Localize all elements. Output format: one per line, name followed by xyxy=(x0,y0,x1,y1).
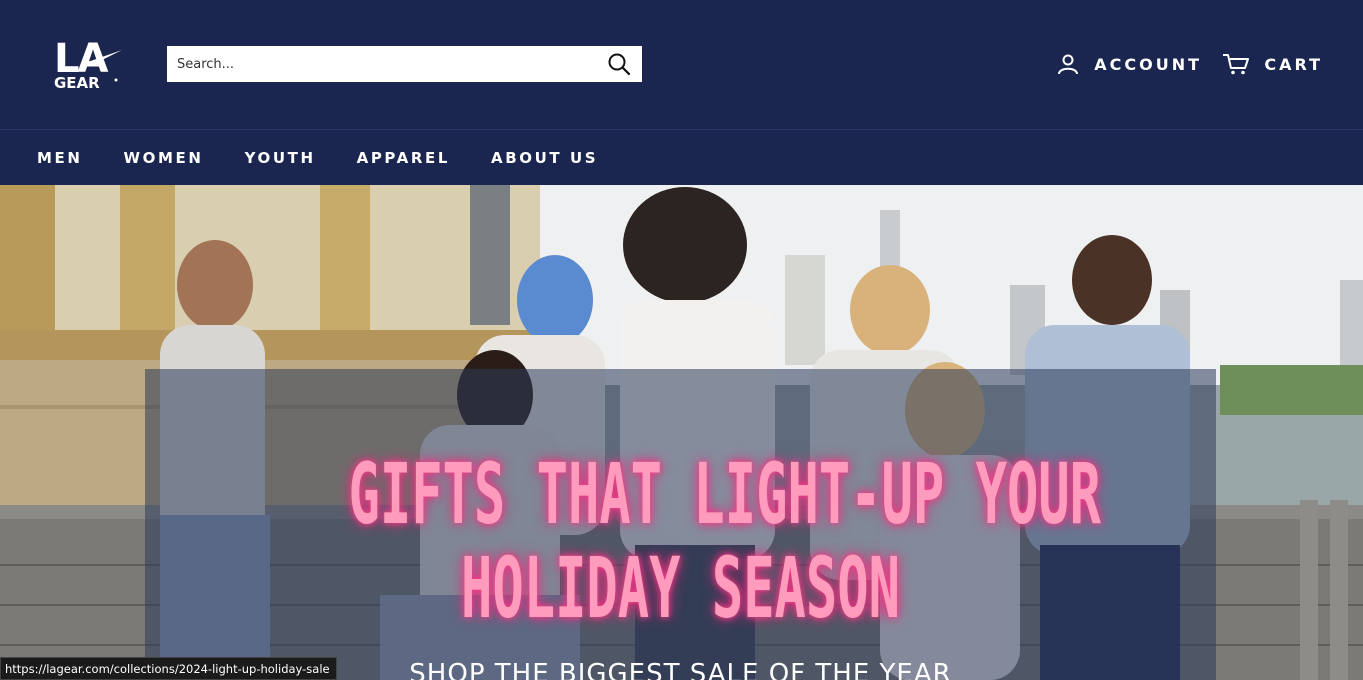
hero-headline: GIFTS THAT LIGHT-UP YOUR HOLIDAY SEASON xyxy=(348,445,1102,637)
nav-item-youth[interactable]: YOUTH xyxy=(245,149,316,167)
nav-item-men[interactable]: MEN xyxy=(37,149,83,167)
site-header: LA GEAR ACCOUNT CART xyxy=(0,0,1363,129)
account-link[interactable]: ACCOUNT xyxy=(1056,50,1202,78)
nav-item-apparel[interactable]: APPAREL xyxy=(357,149,450,167)
account-icon xyxy=(1058,54,1079,75)
browser-status-url: https://lagear.com/collections/2024-ligh… xyxy=(0,657,337,680)
search-box xyxy=(167,46,642,82)
svg-text:GEAR: GEAR xyxy=(54,74,100,92)
hero-banner[interactable]: GIFTS THAT LIGHT-UP YOUR HOLIDAY SEASON … xyxy=(0,185,1363,680)
la-gear-logo[interactable]: LA GEAR xyxy=(52,36,124,92)
search-icon xyxy=(608,53,631,76)
main-nav: MEN WOMEN YOUTH APPAREL ABOUT US xyxy=(0,130,1363,185)
cart-label: CART xyxy=(1264,54,1323,74)
hero-headline-line1: GIFTS THAT LIGHT-UP YOUR xyxy=(348,445,1102,543)
account-label: ACCOUNT xyxy=(1094,54,1202,74)
nav-item-women[interactable]: WOMEN xyxy=(124,149,204,167)
hero-headline-line2: HOLIDAY SEASON xyxy=(461,539,900,637)
cart-icon xyxy=(1223,54,1250,75)
cart-link[interactable]: CART xyxy=(1222,50,1323,78)
search-button[interactable] xyxy=(596,46,642,82)
nav-item-about-us[interactable]: ABOUT US xyxy=(491,149,598,167)
search-input[interactable] xyxy=(167,46,596,82)
